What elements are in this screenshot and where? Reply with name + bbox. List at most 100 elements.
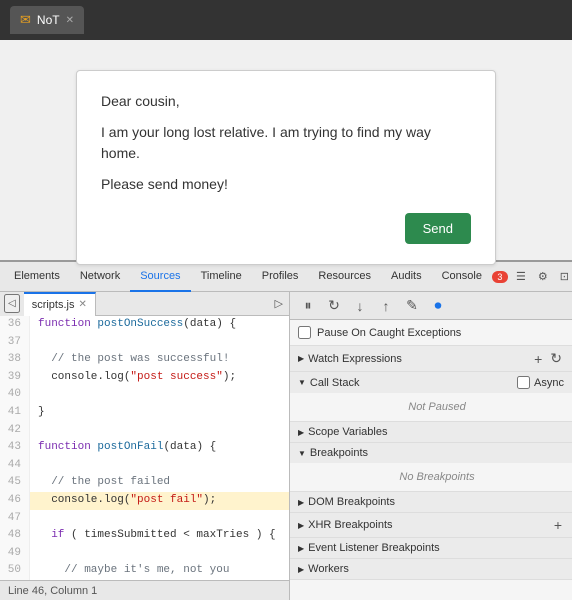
callstack-content: Not Paused — [290, 393, 572, 421]
devtools-panel: Elements Network Sources Timeline Profil… — [0, 260, 572, 600]
devtools-nav-timeline[interactable]: Timeline — [191, 262, 252, 292]
deactivate-btn[interactable]: ✎ — [402, 296, 422, 316]
browser-tab[interactable]: ✉ NoT ✕ — [10, 6, 84, 34]
code-line-38: 38 // the post was successful! — [0, 351, 289, 369]
step-over-btn[interactable]: ↻ — [324, 296, 344, 316]
scope-chevron-icon: ▶ — [298, 428, 304, 437]
breakpoints-section: ▼ Breakpoints No Breakpoints — [290, 443, 572, 492]
send-button[interactable]: Send — [405, 213, 471, 244]
xhr-breakpoints-label: XHR Breakpoints — [308, 519, 392, 531]
devtools-main: ◁ scripts.js ✕ ▷ 36 function postOnSucce… — [0, 292, 572, 600]
watch-chevron-icon: ▶ — [298, 354, 304, 363]
step-out-btn[interactable]: ↑ — [376, 296, 396, 316]
browser-tab-bar: ✉ NoT ✕ — [0, 0, 572, 40]
email-line-2: I am your long lost relative. I am tryin… — [101, 122, 471, 164]
code-line-41: 41 } — [0, 404, 289, 422]
code-line-49: 49 — [0, 545, 289, 563]
xhr-add-btn[interactable]: + — [552, 517, 564, 533]
callstack-chevron-icon: ▼ — [298, 378, 306, 387]
async-label: Async — [534, 377, 564, 389]
code-line-42: 42 — [0, 422, 289, 440]
code-line-46: 46 console.log("post fail"); — [0, 492, 289, 510]
watch-refresh-btn[interactable]: ↻ — [548, 350, 564, 367]
event-breakpoints-label: Event Listener Breakpoints — [308, 542, 439, 554]
devtools-left-panel: ◁ scripts.js ✕ ▷ 36 function postOnSucce… — [0, 292, 290, 600]
event-breakpoints-section: ▶ Event Listener Breakpoints — [290, 538, 572, 559]
settings-icon[interactable]: ⚙ — [534, 268, 552, 285]
devtools-nav-resources[interactable]: Resources — [308, 262, 381, 292]
event-breakpoints-header[interactable]: ▶ Event Listener Breakpoints — [290, 538, 572, 558]
code-line-44: 44 — [0, 457, 289, 475]
cursor-position: Line 46, Column 1 — [8, 585, 97, 597]
workers-header[interactable]: ▶ Workers — [290, 559, 572, 579]
filter-icon[interactable]: ☰ — [512, 268, 530, 285]
scope-header[interactable]: ▶ Scope Variables — [290, 422, 572, 442]
devtools-nav-sources[interactable]: Sources — [130, 262, 190, 292]
scope-section: ▶ Scope Variables — [290, 422, 572, 443]
code-line-45: 45 // the post failed — [0, 474, 289, 492]
watch-expressions-header[interactable]: ▶ Watch Expressions + ↻ — [290, 346, 572, 371]
callstack-header[interactable]: ▼ Call Stack Async — [290, 372, 572, 393]
callstack-label: Call Stack — [310, 377, 360, 389]
devtools-nav-network[interactable]: Network — [70, 262, 130, 292]
pause-resume-btn[interactable]: ⏸ — [298, 296, 318, 316]
back-icon[interactable]: ◁ — [4, 294, 20, 313]
breakpoints-header[interactable]: ▼ Breakpoints — [290, 443, 572, 463]
more-tabs-icon[interactable]: ▷ — [269, 297, 289, 310]
debug-toolbar: ⏸ ↻ ↓ ↑ ✎ ⏺ — [290, 292, 572, 320]
dom-breakpoints-header[interactable]: ▶ DOM Breakpoints — [290, 492, 572, 512]
tab-close-icon[interactable]: ✕ — [66, 15, 74, 26]
dom-chevron-icon: ▶ — [298, 498, 304, 507]
xhr-chevron-icon: ▶ — [298, 521, 304, 530]
code-area[interactable]: 36 function postOnSuccess(data) { 37 38 … — [0, 316, 289, 580]
breakpoints-label: Breakpoints — [310, 447, 368, 459]
xhr-breakpoints-header[interactable]: ▶ XHR Breakpoints + — [290, 513, 572, 537]
code-line-36: 36 function postOnSuccess(data) { — [0, 316, 289, 334]
no-breakpoints-label: No Breakpoints — [310, 467, 564, 487]
status-bar: Line 46, Column 1 — [0, 580, 289, 600]
devtools-nav: Elements Network Sources Timeline Profil… — [0, 262, 572, 292]
code-line-40: 40 — [0, 386, 289, 404]
pause-exceptions-btn[interactable]: ⏺ — [428, 296, 448, 316]
email-line-3: Please send money! — [101, 174, 471, 195]
devtools-nav-icons: 3 ☰ ⚙ ⊡ ✕ — [492, 268, 572, 285]
watch-expressions-label: Watch Expressions — [308, 353, 402, 365]
workers-chevron-icon: ▶ — [298, 565, 304, 574]
file-tab-close-icon[interactable]: ✕ — [78, 299, 86, 310]
pause-exceptions-section: Pause On Caught Exceptions — [290, 320, 572, 346]
devtools-nav-console[interactable]: Console — [432, 262, 492, 292]
devtools-nav-audits[interactable]: Audits — [381, 262, 432, 292]
async-checkbox[interactable] — [517, 376, 530, 389]
pause-exceptions-label: Pause On Caught Exceptions — [317, 327, 461, 339]
workers-label: Workers — [308, 563, 349, 575]
devtools-nav-elements[interactable]: Elements — [4, 262, 70, 292]
pause-exceptions-checkbox[interactable] — [298, 326, 311, 339]
callstack-section: ▼ Call Stack Async Not Paused — [290, 372, 572, 422]
email-line-1: Dear cousin, — [101, 91, 471, 112]
breakpoints-chevron-icon: ▼ — [298, 449, 306, 458]
code-line-47: 47 — [0, 510, 289, 528]
xhr-breakpoints-section: ▶ XHR Breakpoints + — [290, 513, 572, 538]
code-line-37: 37 — [0, 334, 289, 352]
file-tab-label: scripts.js — [32, 299, 75, 311]
scope-label: Scope Variables — [308, 426, 387, 438]
breakpoints-content: No Breakpoints — [290, 463, 572, 491]
watch-expressions-section: ▶ Watch Expressions + ↻ — [290, 346, 572, 372]
watch-add-btn[interactable]: + — [532, 351, 544, 367]
not-paused-label: Not Paused — [310, 397, 564, 417]
left-toolbar: ◁ — [0, 292, 24, 316]
event-chevron-icon: ▶ — [298, 544, 304, 553]
async-checkbox-area: Async — [517, 376, 564, 389]
step-into-btn[interactable]: ↓ — [350, 296, 370, 316]
dock-icon[interactable]: ⊡ — [556, 268, 572, 285]
code-line-39: 39 console.log("post success"); — [0, 369, 289, 387]
file-tab-scripts[interactable]: scripts.js ✕ — [24, 292, 96, 316]
devtools-right-panel: ⏸ ↻ ↓ ↑ ✎ ⏺ Pause On Caught Exceptions — [290, 292, 572, 600]
devtools-nav-profiles[interactable]: Profiles — [252, 262, 309, 292]
pause-exceptions-row: Pause On Caught Exceptions — [290, 320, 572, 345]
code-line-43: 43 function postOnFail(data) { — [0, 439, 289, 457]
error-badge: 3 — [492, 271, 508, 283]
dom-breakpoints-label: DOM Breakpoints — [308, 496, 395, 508]
workers-section: ▶ Workers — [290, 559, 572, 580]
page-content-area: Dear cousin, I am your long lost relativ… — [0, 40, 572, 260]
